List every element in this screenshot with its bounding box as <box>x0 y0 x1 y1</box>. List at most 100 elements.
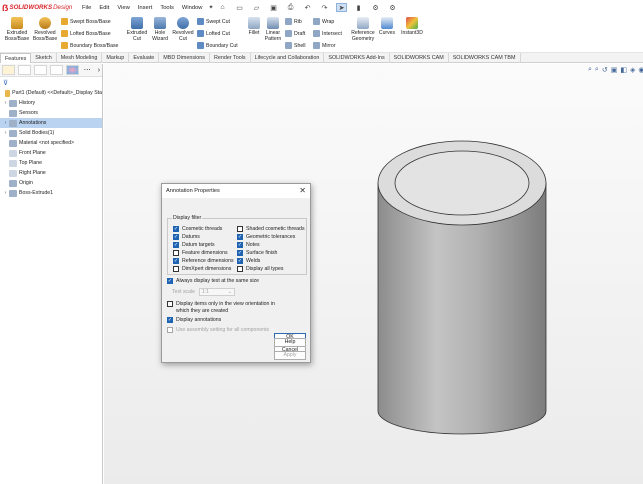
wrap-button[interactable]: Wrap <box>313 18 334 25</box>
expand-arrow-icon[interactable]: › <box>2 100 9 106</box>
checkbox-box[interactable]: ✓ <box>173 242 179 248</box>
feature-manager-tab-icon[interactable] <box>2 65 15 75</box>
display-filter-checkbox[interactable]: ✓ Datum targets <box>173 242 215 248</box>
select-pointer-icon[interactable]: ➤ <box>336 3 347 12</box>
menu-view[interactable]: View <box>117 5 129 11</box>
lofted-boss-button[interactable]: Lofted Boss/Base <box>61 30 111 37</box>
tab-render-tools[interactable]: Render Tools <box>210 53 251 63</box>
dimxpert-manager-tab-icon[interactable] <box>49 65 63 75</box>
checkbox-box[interactable] <box>167 301 173 307</box>
hole-wizard-button[interactable]: Hole Wizard <box>149 17 171 42</box>
tree-node[interactable]: › Solid Bodies(1) <box>0 128 102 138</box>
checkbox-box[interactable] <box>237 226 243 232</box>
tab-evaluate[interactable]: Evaluate <box>129 53 160 63</box>
extruded-cut-button[interactable]: Extruded Cut <box>125 17 149 42</box>
more-icon[interactable]: ⋯ <box>84 66 91 74</box>
tab-lifecycle[interactable]: Lifecycle and Collaboration <box>251 53 325 63</box>
tab-features[interactable]: Features <box>0 53 32 63</box>
help-button[interactable]: Help <box>274 338 306 347</box>
expand-arrow-icon[interactable]: › <box>2 130 9 136</box>
home-icon[interactable]: ⌂ <box>217 3 228 12</box>
expand-arrow-icon[interactable]: › <box>2 190 9 196</box>
checkbox-box[interactable] <box>173 250 179 256</box>
checkbox-box[interactable] <box>237 266 243 272</box>
undo-icon[interactable]: ↶ <box>302 3 313 12</box>
tree-node[interactable]: Sensors <box>0 108 102 118</box>
configuration-manager-tab-icon[interactable] <box>33 65 47 75</box>
property-manager-tab-icon[interactable] <box>17 65 31 75</box>
swept-cut-button[interactable]: Swept Cut <box>197 18 230 25</box>
tab-markup[interactable]: Markup <box>102 53 130 63</box>
display-filter-checkbox[interactable]: ✓ Notes <box>237 242 260 248</box>
checkbox-box[interactable]: ✓ <box>173 234 179 240</box>
display-annotations-checkbox[interactable]: ✓ Display annotations <box>167 317 221 323</box>
display-filter-checkbox[interactable]: ✓ Cosmetic threads <box>173 226 222 232</box>
menu-insert[interactable]: Insert <box>138 5 153 11</box>
boundary-cut-button[interactable]: Boundary Cut <box>197 42 238 49</box>
revolved-boss-button[interactable]: Revolved Boss/Base <box>31 17 59 42</box>
chevron-right-icon[interactable]: › <box>98 67 100 74</box>
checkbox-box[interactable]: ✓ <box>167 317 173 323</box>
menu-file[interactable]: File <box>82 5 91 11</box>
boundary-boss-button[interactable]: Boundary Boss/Base <box>61 42 118 49</box>
display-filter-checkbox[interactable]: ✓ Welds <box>237 258 260 264</box>
expand-arrow-icon[interactable]: › <box>2 120 9 126</box>
swept-boss-button[interactable]: Swept Boss/Base <box>61 18 111 25</box>
checkbox-box[interactable]: ✓ <box>173 258 179 264</box>
fillet-button[interactable]: Fillet <box>245 17 263 36</box>
tree-node[interactable]: › Boss-Extrude1 <box>0 188 102 198</box>
display-filter-checkbox[interactable]: Feature dimensions <box>173 250 228 256</box>
save-icon[interactable]: ▣ <box>268 3 279 12</box>
tree-node[interactable]: Top Plane <box>0 158 102 168</box>
tab-cam-tbm[interactable]: SOLIDWORKS CAM TBM <box>449 53 521 63</box>
display-filter-checkbox[interactable]: Display all types <box>237 266 283 272</box>
tree-node[interactable]: Part1 (Default) <<Default>_Display Sta <box>0 88 102 98</box>
instant3d-button[interactable]: Instant3D <box>399 17 425 36</box>
traffic-light-icon[interactable]: ▮ <box>353 3 364 12</box>
display-manager-tab-icon[interactable] <box>65 65 79 75</box>
close-icon[interactable]: ✕ <box>299 186 306 195</box>
tree-node[interactable]: › Annotations <box>0 118 102 128</box>
display-filter-checkbox[interactable]: ✓ Geometric tolerances <box>237 234 295 240</box>
always-same-size-checkbox[interactable]: ✓ Always display text at the same size <box>167 278 259 284</box>
tab-cam[interactable]: SOLIDWORKS CAM <box>390 53 449 63</box>
open-folder-icon[interactable]: ▱ <box>251 3 262 12</box>
display-filter-checkbox[interactable]: ✓ Surface finish <box>237 250 277 256</box>
display-filter-checkbox[interactable]: Shaded cosmetic threads <box>237 226 305 232</box>
tab-sketch[interactable]: Sketch <box>31 53 57 63</box>
reference-geometry-button[interactable]: Reference Geometry <box>348 17 378 42</box>
display-filter-checkbox[interactable]: ✓ Reference dimensions <box>173 258 234 264</box>
revolved-cut-button[interactable]: Revolved Cut <box>171 17 195 42</box>
menu-window[interactable]: Window <box>182 5 203 11</box>
redo-icon[interactable]: ↷ <box>319 3 330 12</box>
checkbox-box[interactable]: ✓ <box>237 234 243 240</box>
checkbox-box[interactable]: ✓ <box>237 242 243 248</box>
mirror-button[interactable]: Mirror <box>313 42 336 49</box>
draft-button[interactable]: Draft <box>285 30 305 37</box>
text-scale-select[interactable]: 1:1 ⌄ <box>199 288 235 296</box>
tab-mbd-dimensions[interactable]: MBD Dimensions <box>159 53 210 63</box>
tab-mesh-modeling[interactable]: Mesh Modeling <box>57 53 103 63</box>
options-gear-icon[interactable]: ⚙ <box>387 3 398 12</box>
lofted-cut-button[interactable]: Lofted Cut <box>197 30 230 37</box>
checkbox-box[interactable]: ✓ <box>237 250 243 256</box>
display-filter-checkbox[interactable]: ✓ Datums <box>173 234 200 240</box>
tree-node[interactable]: Front Plane <box>0 148 102 158</box>
tree-node[interactable]: Right Plane <box>0 168 102 178</box>
curves-button[interactable]: Curves <box>378 17 396 36</box>
rebuild-icon[interactable]: ⚙ <box>370 3 381 12</box>
checkbox-box[interactable]: ✓ <box>167 278 173 284</box>
view-orientation-checkbox[interactable]: Display items only in the view orientati… <box>167 301 276 314</box>
tree-node[interactable]: Origin <box>0 178 102 188</box>
checkbox-box[interactable]: ✓ <box>173 226 179 232</box>
menu-edit[interactable]: Edit <box>99 5 109 11</box>
tab-addins[interactable]: SOLIDWORKS Add-Ins <box>324 53 390 63</box>
tree-node[interactable]: › History <box>0 98 102 108</box>
intersect-button[interactable]: Intersect <box>313 30 342 37</box>
rib-button[interactable]: Rib <box>285 18 302 25</box>
menu-tools[interactable]: Tools <box>160 5 174 11</box>
display-filter-checkbox[interactable]: DimXpert dimensions <box>173 266 231 272</box>
filter-icon[interactable]: ⊽ <box>0 77 102 88</box>
tree-node[interactable]: Material <not specified> <box>0 138 102 148</box>
new-document-icon[interactable]: ▭ <box>234 3 245 12</box>
